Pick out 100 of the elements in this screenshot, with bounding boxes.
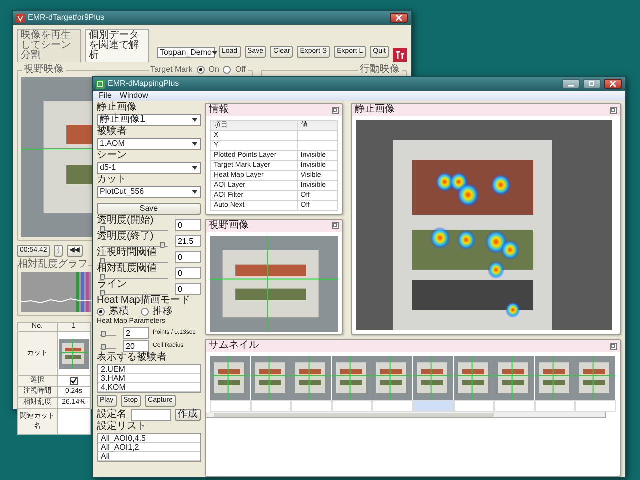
caret-icon: [212, 50, 218, 54]
thumbnail-drawing[interactable]: [372, 356, 413, 400]
window-title: EMR-dMappingPlus: [108, 79, 180, 89]
slider-label: ライン: [97, 280, 128, 290]
create-button[interactable]: 作成: [175, 409, 201, 422]
maximize-icon: [589, 81, 595, 87]
restore-icon[interactable]: [610, 106, 617, 114]
radio-button[interactable]: [223, 66, 232, 74]
value-field[interactable]: 0: [175, 267, 201, 279]
slider-label: 注視時間閾値: [97, 248, 158, 258]
thumbnail-label-cell[interactable]: [494, 400, 535, 412]
app-icon: [16, 14, 25, 22]
field-label: 被験者: [97, 127, 128, 137]
caret-icon: [192, 166, 198, 170]
minimize-button[interactable]: [562, 79, 580, 89]
list-item[interactable]: 4.KOM: [98, 383, 200, 392]
list-item[interactable]: 3.HAM: [98, 374, 200, 384]
thumbnail-drawing[interactable]: [250, 356, 292, 400]
menu-item[interactable]: File: [99, 91, 112, 101]
thumbnail-label-cell[interactable]: [210, 400, 251, 412]
restore-icon[interactable]: [332, 106, 339, 114]
thumbnail-drawing[interactable]: [575, 356, 616, 400]
thumbnail-drawing[interactable]: [454, 356, 494, 400]
window-title: EMR-dTargetfor9Plus: [28, 13, 106, 23]
thumbnail-label-cell[interactable]: [575, 400, 616, 412]
save-button[interactable]: Save: [97, 203, 201, 215]
thumbnail-label-cell[interactable]: [412, 400, 454, 412]
slider-thumb[interactable]: [100, 226, 105, 232]
dropdown[interactable]: 1.AOM: [97, 138, 201, 150]
close-icon: [610, 81, 616, 87]
name-input-field[interactable]: [131, 409, 171, 422]
value-field[interactable]: 21.5: [175, 235, 201, 247]
thumbnail-drawing[interactable]: [494, 356, 535, 400]
option-label: 累積: [109, 307, 129, 317]
field-label: 静止画像: [97, 103, 138, 113]
tab[interactable]: 個別データを関連で解析: [84, 29, 149, 62]
restore-icon[interactable]: [610, 342, 617, 350]
project-dropdown[interactable]: Toppan_Demo: [156, 47, 215, 58]
field-label: シーン: [97, 151, 128, 161]
thumbnail-label-cell[interactable]: [332, 400, 372, 412]
section-label: 設定リスト: [97, 422, 148, 432]
close-button[interactable]: [390, 13, 408, 23]
thumbnail-drawing[interactable]: [412, 356, 454, 400]
list-item[interactable]: All_AOI0,4,5: [98, 434, 200, 444]
value-field[interactable]: 0: [175, 283, 201, 295]
field-label: カット: [97, 175, 128, 185]
slider-label: 透明度(開始): [97, 216, 155, 226]
radio-button[interactable]: [141, 308, 149, 316]
thumbnail-drawing[interactable]: [210, 356, 251, 400]
thumbnail-drawing[interactable]: [291, 356, 332, 400]
option-label: Target Mark: [150, 65, 193, 74]
list-item[interactable]: 2.UEM: [98, 365, 200, 374]
group-title: 行動映像: [358, 65, 402, 75]
thumbnail-drawing[interactable]: [534, 356, 576, 400]
restore-icon[interactable]: [332, 222, 339, 230]
close-icon: [396, 15, 402, 21]
option-label: On: [208, 65, 220, 74]
value-field[interactable]: 0: [175, 219, 201, 231]
section-label: 表示する被験者: [97, 353, 168, 364]
slider-label: 相対乱度閾値: [97, 264, 158, 274]
value-field[interactable]: 0: [175, 251, 201, 263]
dropdown[interactable]: PlotCut_556: [97, 186, 201, 198]
panel-title: 静止画像: [355, 105, 395, 115]
list-item[interactable]: All: [98, 452, 200, 462]
value-field[interactable]: 2: [123, 327, 149, 340]
field-label: 設定名: [97, 410, 127, 420]
caret-icon: [192, 190, 198, 194]
section-label: Heat Map描画モード: [97, 296, 192, 306]
slider-thumb[interactable]: [100, 290, 105, 296]
thumbnail-label-cell[interactable]: [372, 400, 413, 412]
radio-button[interactable]: [196, 66, 205, 74]
thumbnail-drawing[interactable]: [332, 356, 372, 400]
cut-thumbnail-drawing: [59, 338, 89, 369]
slider-thumb[interactable]: [100, 258, 105, 264]
thumbnail-label-cell[interactable]: [250, 400, 292, 412]
slider-thumb[interactable]: [160, 242, 165, 248]
maximize-button[interactable]: [583, 79, 601, 89]
close-button[interactable]: [604, 79, 622, 89]
tab[interactable]: 映像を再生してシーン分割: [17, 29, 81, 62]
caret-icon: [192, 142, 198, 146]
checkbox[interactable]: [70, 377, 78, 386]
slider-thumb[interactable]: [101, 344, 106, 350]
list-item[interactable]: All_AOI1,2: [98, 443, 200, 452]
group-title: 相対乱度グラフ: [18, 260, 88, 270]
dropdown[interactable]: 静止画像1: [97, 114, 201, 126]
thumbnail-label-cell[interactable]: [534, 400, 576, 412]
panel-title: 情報: [209, 105, 229, 115]
dropdown[interactable]: d5-1: [97, 162, 201, 174]
slider-thumb[interactable]: [100, 274, 105, 280]
group-title: 視野映像: [22, 65, 66, 75]
option-label: 推移: [153, 307, 173, 317]
menu-item[interactable]: Window: [120, 91, 148, 101]
radio-button[interactable]: [97, 308, 105, 316]
thumbnail-label-cell[interactable]: [291, 400, 332, 412]
slider-thumb[interactable]: [101, 330, 106, 337]
value-field[interactable]: 20: [123, 340, 149, 352]
thumbnail-label-cell[interactable]: [454, 400, 494, 412]
panel-title: サムネイル: [209, 341, 259, 351]
app-logo-icon: [393, 48, 407, 62]
app-icon: [96, 80, 105, 88]
